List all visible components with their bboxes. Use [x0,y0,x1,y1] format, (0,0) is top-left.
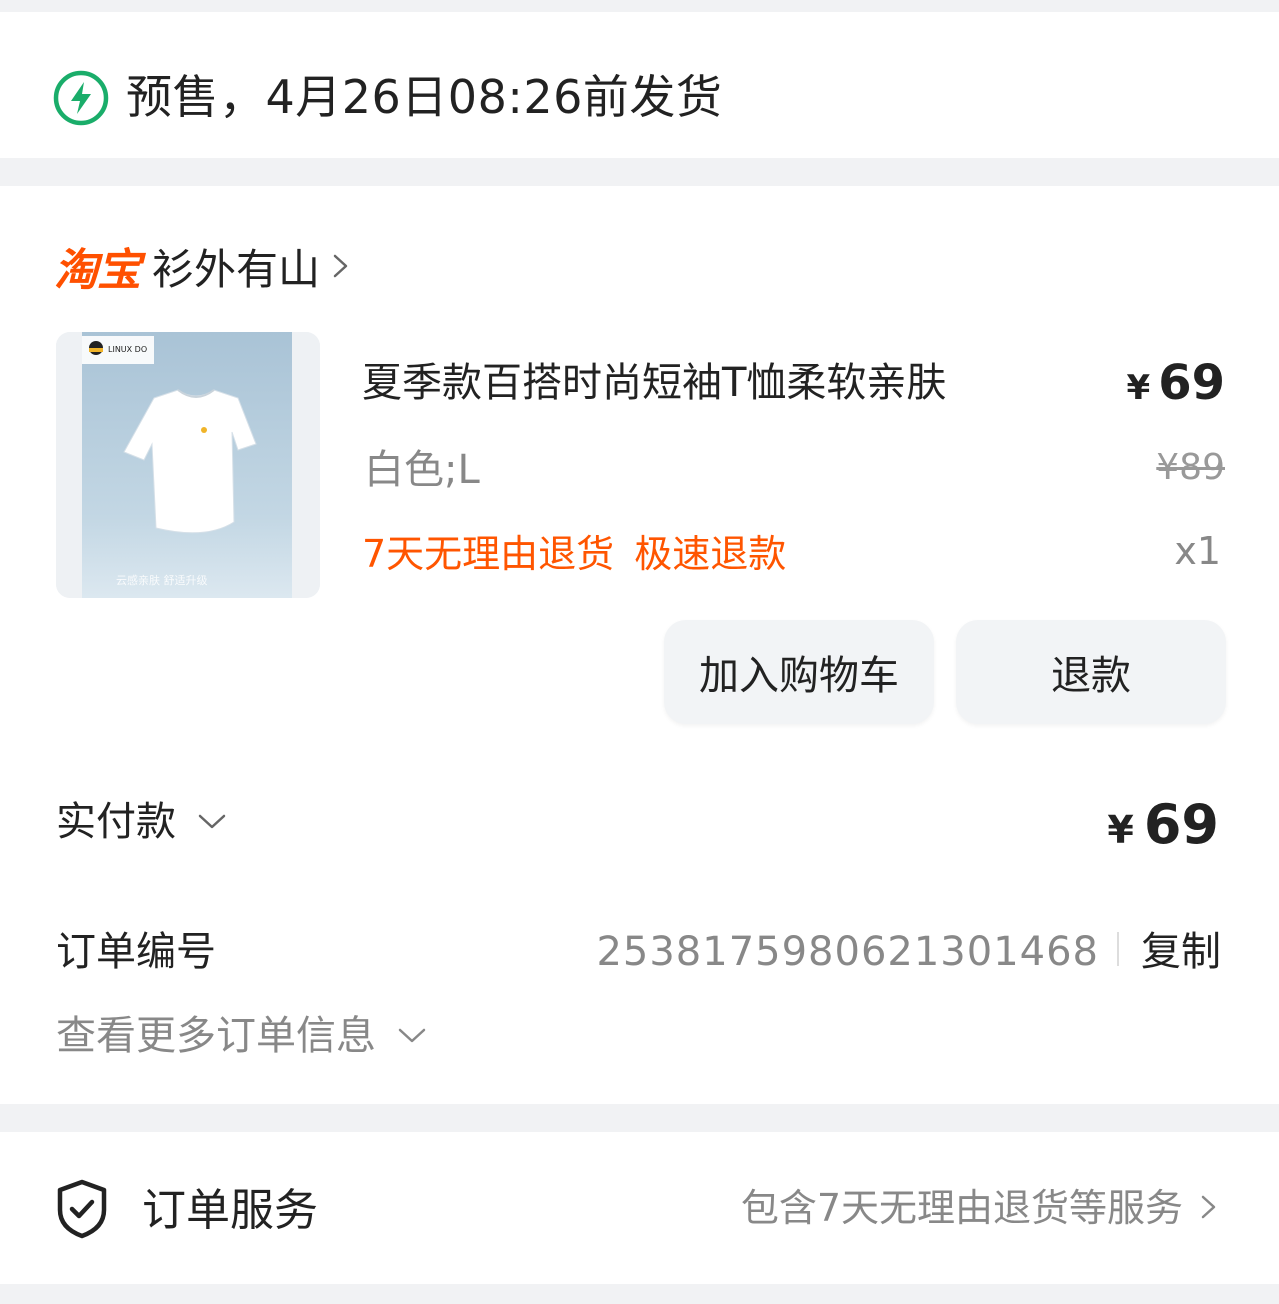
order-card: 淘宝 衫外有山 LINUX DO 云感亲肤 舒适升级 夏季款百搭时尚短袖T恤柔软… [0,186,1279,1104]
price-currency: ¥ [1126,368,1151,408]
presale-card: 预售，4月26日08:26前发货 [0,12,1279,158]
shop-link[interactable]: 淘宝 衫外有山 [54,238,352,296]
more-order-info-label: 查看更多订单信息 [56,1013,376,1059]
paid-amount: ¥69 [1107,790,1219,865]
taobao-logo: 淘宝 [54,245,141,296]
shop-name: 衫外有山 [152,244,321,294]
add-to-cart-button[interactable]: 加入购物车 [664,620,934,724]
product-title[interactable]: 夏季款百搭时尚短袖T恤柔软亲肤 [362,354,946,412]
copy-order-number-button[interactable]: 复制 [1141,924,1221,980]
thumbnail-caption: 云感亲肤 舒适升级 [116,573,208,587]
copy-divider [1117,932,1119,966]
order-service-card[interactable]: 订单服务 包含7天无理由退货等服务 [0,1132,1279,1284]
paid-amount-label: 实付款 [56,799,176,845]
paid-value: 69 [1143,793,1219,856]
service-tags: 7天无理由退货 极速退款 [362,528,786,580]
product-quantity: x1 [1174,529,1221,573]
thumbnail-brand-label: LINUX DO [108,345,147,354]
tag-7day-return: 7天无理由退货 [362,532,615,576]
presale-shipping-text: 预售，4月26日08:26前发货 [126,70,723,124]
product-thumbnail[interactable]: LINUX DO 云感亲肤 舒适升级 [56,332,320,598]
order-service-label: 订单服务 [142,1185,318,1236]
chevron-right-icon [333,254,348,278]
lightning-circle-icon [53,70,109,126]
order-number-label: 订单编号 [56,929,216,975]
chevron-down-icon [198,814,226,829]
paid-currency: ¥ [1107,808,1134,852]
chevron-down-icon [398,1028,426,1043]
order-service-description: 包含7天无理由退货等服务 [740,1186,1183,1230]
shield-check-icon [57,1179,107,1239]
product-spec: 白色;L [364,447,480,493]
paid-amount-toggle[interactable]: 实付款 [56,794,228,850]
tag-fast-refund: 极速退款 [634,532,787,576]
chevron-right-icon [1201,1195,1216,1219]
original-price: ¥89 [1156,447,1225,488]
product-price: ¥69 [1127,352,1225,419]
price-value: 69 [1158,355,1225,411]
more-order-info-toggle[interactable]: 查看更多订单信息 [56,1008,428,1064]
refund-button[interactable]: 退款 [956,620,1226,724]
order-number: 2538175980621301468 [596,929,1099,975]
tshirt-image: LINUX DO 云感亲肤 舒适升级 [56,332,320,598]
